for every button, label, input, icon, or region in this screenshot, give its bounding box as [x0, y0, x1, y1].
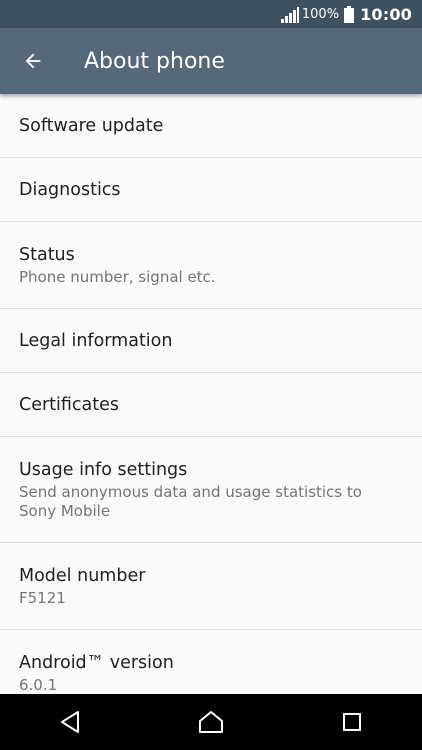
- nav-recents-button[interactable]: [322, 694, 382, 750]
- list-item-label: Software update: [19, 115, 164, 136]
- list-item-model-number[interactable]: Model number F5121: [0, 543, 422, 630]
- app-bar: About phone: [0, 28, 422, 94]
- list-item-label: Usage info settings: [19, 459, 188, 480]
- list-item-status[interactable]: Status Phone number, signal etc.: [0, 222, 422, 309]
- list-item-diagnostics[interactable]: Diagnostics: [0, 158, 422, 222]
- status-bar: 100% 10:00: [0, 0, 422, 28]
- list-item-summary: Send anonymous data and usage statistics…: [19, 482, 362, 520]
- page-title: About phone: [84, 48, 225, 74]
- list-item-label: Legal information: [19, 330, 173, 351]
- list-item-label: Certificates: [19, 394, 120, 415]
- home-icon: [198, 711, 223, 733]
- navigation-bar: [0, 694, 422, 750]
- list-item-summary: F5121: [19, 588, 66, 607]
- settings-list: Software update Diagnostics Status Phone…: [0, 94, 422, 694]
- list-item-usage-info-settings[interactable]: Usage info settings Send anonymous data …: [0, 437, 422, 543]
- recents-icon: [342, 713, 361, 731]
- list-item-summary: 6.0.1: [19, 675, 58, 694]
- list-item-certificates[interactable]: Certificates: [0, 373, 422, 437]
- list-item-label: Model number: [19, 565, 146, 586]
- arrow-left-icon: [25, 53, 41, 69]
- signal-icon: [280, 7, 299, 23]
- list-item-android-version[interactable]: Android™ version 6.0.1: [0, 630, 422, 694]
- nav-back-button[interactable]: [40, 694, 100, 750]
- list-item-software-update[interactable]: Software update: [0, 94, 422, 158]
- list-item-summary: Phone number, signal etc.: [19, 267, 216, 286]
- list-item-label: Status: [19, 244, 75, 265]
- nav-home-button[interactable]: [181, 694, 241, 750]
- list-item-label: Diagnostics: [19, 179, 121, 200]
- battery-icon: [344, 5, 355, 23]
- back-button[interactable]: [5, 33, 61, 89]
- clock: 10:00: [360, 4, 412, 24]
- list-item-label: Android™ version: [19, 652, 174, 673]
- back-triangle-icon: [61, 711, 80, 733]
- list-item-legal-information[interactable]: Legal information: [0, 309, 422, 373]
- battery-percent: 100%: [301, 7, 340, 22]
